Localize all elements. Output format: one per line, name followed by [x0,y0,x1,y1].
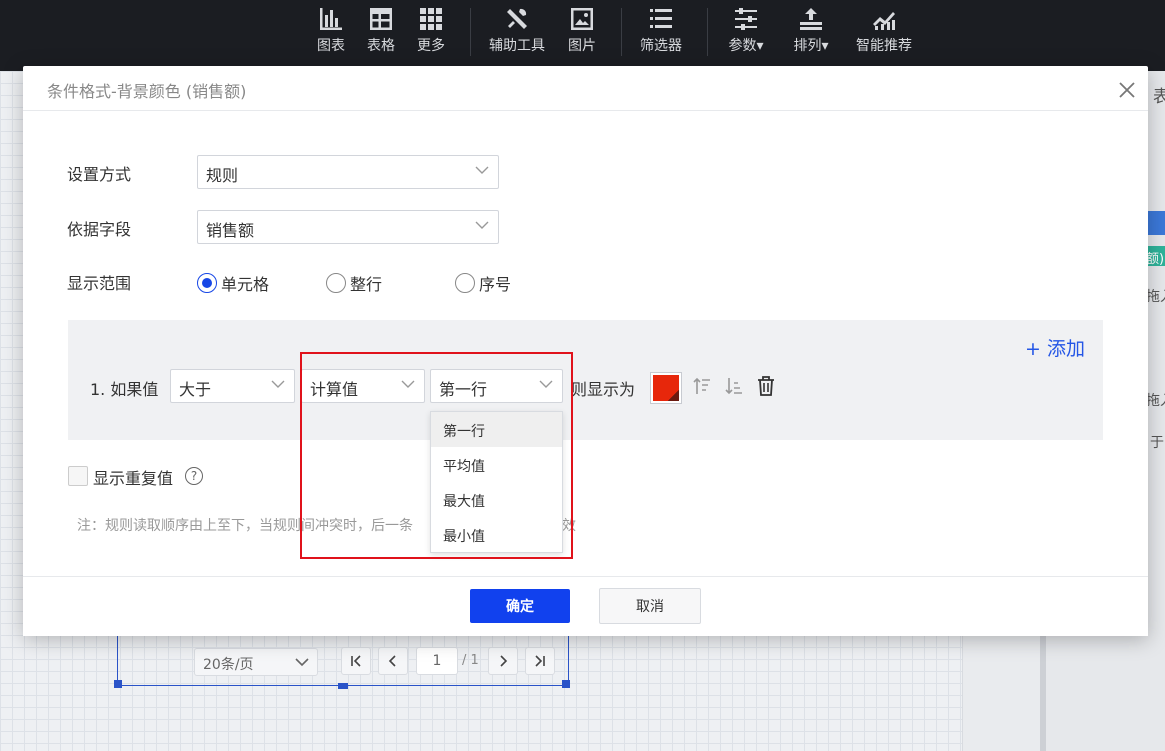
toolbar-label: 筛选器 [640,38,682,54]
color-swatch-fill [653,375,679,401]
dialog-title: 条件格式-背景颜色 (销售额) [47,82,247,101]
toolbar-divider [470,8,471,56]
toolbar-divider [621,8,622,56]
toolbar-image-button[interactable]: 图片 [564,6,600,66]
mode-select[interactable]: 规则 [197,155,499,189]
toolbar-more-button[interactable]: 更多 [413,6,449,66]
smart-chart-icon [873,12,895,30]
chevron-down-icon [295,658,309,667]
radio-label: 单元格 [221,275,270,294]
move-down-icon[interactable] [725,376,743,396]
rule-suffix: 则显示为 [571,380,636,399]
chevron-down-icon [271,380,285,389]
radio-unchecked-icon [455,273,475,293]
toolbar-label: 图表 [317,38,345,54]
bar-chart-icon [320,8,342,30]
mode-value: 规则 [206,166,239,185]
delete-icon[interactable] [756,375,776,397]
resize-handle[interactable] [114,680,122,688]
page-size-select[interactable]: 20条/页 [194,648,318,676]
next-page-button[interactable] [488,647,518,675]
arrange-icon [800,8,822,30]
toolbar-divider [707,8,708,56]
toolbar-label: 排列▾ [793,38,829,54]
right-panel-drop-zone[interactable]: 拖入 [1146,286,1165,306]
close-button[interactable] [1115,78,1139,102]
last-page-button[interactable] [525,647,555,675]
close-icon [1119,82,1135,98]
field-select[interactable]: 销售额 [197,210,499,244]
add-rule-link[interactable]: + 添加 [1025,334,1085,361]
radio-label: 序号 [479,275,512,294]
help-glyph: ? [190,469,198,483]
cancel-button[interactable]: 取消 [599,588,701,624]
confirm-button[interactable]: 确定 [470,589,570,623]
chevron-down-icon [475,166,489,175]
chevron-right-icon [500,655,508,667]
chevron-left-icon [388,655,396,667]
toolbar-label: 辅助工具 [489,38,545,54]
rule-prefix: 1. 如果值 [90,380,159,399]
tools-icon [507,8,527,29]
right-panel-field-chip[interactable] [1147,211,1165,235]
toolbar-label: 智能推荐 [856,38,912,54]
right-panel-text: 表 [1153,87,1165,107]
show-duplicates-checkbox[interactable] [68,466,88,486]
conditional-format-dialog: 条件格式-背景颜色 (销售额) 设置方式 规则 依据字段 销售额 显示范围 单元… [23,66,1148,636]
toolbar-label: 更多 [417,38,445,54]
scope-radio-index[interactable]: 序号 [455,271,511,295]
prev-page-button[interactable] [378,647,408,675]
help-icon[interactable]: ? [185,467,203,485]
dialog-footer [23,576,1148,636]
toolbar-smart-recommend-button[interactable]: 智能推荐 [851,6,917,66]
first-page-icon [351,655,361,667]
toolbar-filter-button[interactable]: 筛选器 [634,6,688,66]
field-value: 销售额 [206,221,255,240]
toolbar-params-button[interactable]: 参数▾ [722,6,770,66]
page-size-value: 20条/页 [203,657,254,673]
right-panel-text: 额) [1146,252,1165,267]
color-picker[interactable] [650,372,682,404]
scope-label: 显示范围 [67,274,132,293]
radio-label: 整行 [350,275,383,294]
chevron-down-icon [475,221,489,230]
field-label: 依据字段 [67,220,132,239]
resize-handle[interactable] [562,680,570,688]
radio-unchecked-icon [326,273,346,293]
toolbar-table-button[interactable]: 表格 [363,6,399,66]
toolbar-label: 参数▾ [728,38,764,54]
image-icon [571,8,593,30]
move-up-icon[interactable] [693,376,711,396]
last-page-icon [535,655,545,667]
toolbar-tools-button[interactable]: 辅助工具 [484,6,550,66]
highlight-box [300,352,573,559]
toolbar-arrange-button[interactable]: 排列▾ [787,6,835,66]
operator-select[interactable]: 大于 [170,369,295,403]
resize-handle[interactable] [338,683,348,689]
operator-value: 大于 [179,380,212,399]
table-icon [370,8,392,30]
right-panel-drop-zone[interactable]: 拖入 [1146,390,1165,410]
scope-radio-cell[interactable]: 单元格 [197,271,269,295]
grid-icon [420,8,442,30]
page-total: / 1 [462,653,479,668]
mode-label: 设置方式 [67,165,132,184]
right-panel-text: 于 [1150,435,1164,451]
toolbar-chart-button[interactable]: 图表 [313,6,349,66]
show-duplicates-label: 显示重复值 [93,469,174,488]
first-page-button[interactable] [341,647,371,675]
page-number-input[interactable]: 1 [416,647,458,675]
scope-radio-row[interactable]: 整行 [326,271,382,295]
sliders-icon [735,8,757,30]
toolbar-label: 图片 [568,38,596,54]
toolbar-label: 表格 [367,38,395,54]
top-toolbar: 图表 表格 更多 辅助工具 图片 筛选器 参数▾ 排列▾ 智能推荐 [0,0,1165,71]
filter-list-icon [650,9,672,28]
dialog-header: 条件格式-背景颜色 (销售额) [23,66,1148,111]
radio-checked-icon [197,273,217,293]
